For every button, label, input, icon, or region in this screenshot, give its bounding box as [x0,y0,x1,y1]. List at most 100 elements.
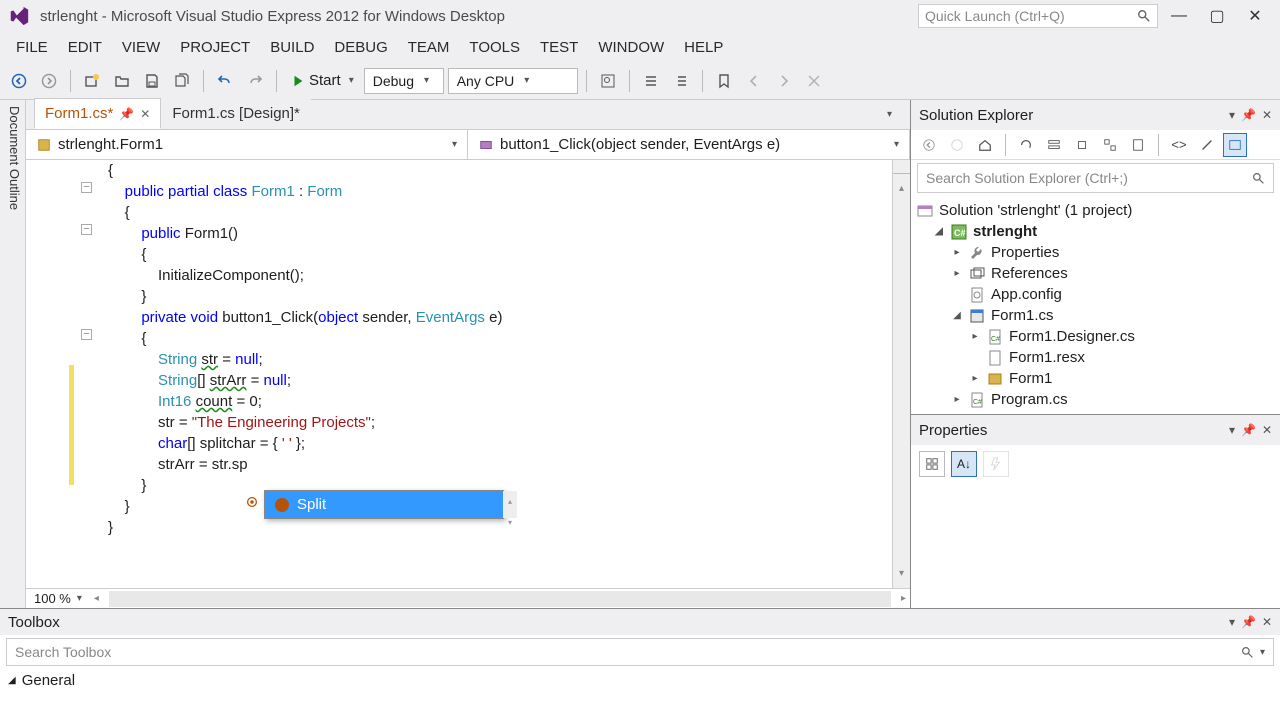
code-editor[interactable]: − − − { public partial class Form1 : For… [26,160,910,588]
solution-search-input[interactable]: Search Solution Explorer (Ctrl+;) [917,163,1274,193]
menu-team[interactable]: TEAM [398,35,460,60]
bookmark-button[interactable] [711,68,737,94]
save-all-button[interactable] [169,68,195,94]
events-button[interactable] [983,451,1009,477]
tree-references[interactable]: ▸ References [917,263,1274,284]
fold-icon[interactable]: − [81,182,92,193]
preview-button[interactable] [1223,133,1247,157]
close-button[interactable]: ✕ [1238,4,1272,28]
show-all-button[interactable] [1098,133,1122,157]
class-nav-dropdown[interactable]: strlenght.Form1 ▾ [26,130,468,159]
nav-back-button[interactable] [6,68,32,94]
panel-dropdown-icon[interactable]: ▾ [1229,615,1235,629]
menu-tools[interactable]: TOOLS [459,35,530,60]
fold-icon[interactable]: − [81,329,92,340]
menu-project[interactable]: PROJECT [170,35,260,60]
forward-button[interactable] [945,133,969,157]
pin-icon[interactable]: 📌 [119,107,134,121]
scroll-left-icon[interactable]: ◂ [90,593,103,604]
close-icon[interactable]: ✕ [1262,423,1272,437]
home-button[interactable] [973,133,997,157]
collapse-all-button[interactable] [1042,133,1066,157]
properties-button[interactable] [1126,133,1150,157]
vertical-scrollbar[interactable]: ▴ ▾ [892,160,910,588]
refresh-button[interactable] [1014,133,1038,157]
tree-project[interactable]: ◢ C# strlenght [917,221,1274,242]
save-button[interactable] [139,68,165,94]
new-project-button[interactable] [79,68,105,94]
undo-button[interactable] [212,68,238,94]
tree-resx[interactable]: ▸ Form1.resx [917,347,1274,368]
close-icon[interactable]: ✕ [140,107,150,121]
pin-icon[interactable]: 📌 [1241,615,1256,629]
intellisense-item[interactable]: Split [265,491,503,518]
expander-icon[interactable]: ▸ [951,394,963,405]
nav-forward-button[interactable] [36,68,62,94]
prev-bookmark-button[interactable] [741,68,767,94]
scroll-right-icon[interactable]: ▸ [897,593,910,604]
menu-window[interactable]: WINDOW [588,35,674,60]
open-file-button[interactable] [109,68,135,94]
uncomment-button[interactable] [668,68,694,94]
sync-button[interactable] [1070,133,1094,157]
expander-icon[interactable]: ◢ [933,226,945,237]
expander-icon[interactable]: ▸ [969,331,981,342]
menu-debug[interactable]: DEBUG [324,35,397,60]
fold-icon[interactable]: − [81,224,92,235]
menu-test[interactable]: TEST [530,35,588,60]
find-button[interactable] [595,68,621,94]
tab-form1-cs[interactable]: Form1.cs* 📌 ✕ [34,98,161,129]
intellisense-popup[interactable]: Split ▴▾ [264,490,504,519]
quick-launch-input[interactable]: Quick Launch (Ctrl+Q) [918,4,1158,28]
view-code-button[interactable]: <> [1167,133,1191,157]
pin-icon[interactable]: 📌 [1241,108,1256,122]
toolbox-group-general[interactable]: ◢ General [8,672,1272,689]
zoom-dropdown[interactable]: 100 % ▾ [26,591,90,606]
tabs-dropdown-icon[interactable]: ▾ [887,109,892,120]
panel-dropdown-icon[interactable]: ▾ [1229,108,1235,122]
tab-form1-design[interactable]: Form1.cs [Design]* [161,98,311,129]
horizontal-scrollbar[interactable] [109,591,891,607]
pin-icon[interactable]: 📌 [1241,423,1256,437]
comment-button[interactable] [638,68,664,94]
document-outline-rail[interactable]: Document Outline [0,100,26,608]
tree-solution[interactable]: Solution 'strlenght' (1 project) [917,200,1274,221]
minimize-button[interactable]: — [1162,4,1196,28]
tree-form1cs[interactable]: ◢ Form1.cs [917,305,1274,326]
editor-splitter[interactable] [893,160,910,174]
config-dropdown[interactable]: Debug ▾ [364,68,444,94]
clear-bookmarks-button[interactable] [801,68,827,94]
tree-designer-cs[interactable]: ▸ C# Form1.Designer.cs [917,326,1274,347]
expander-icon[interactable]: ◢ [8,675,16,686]
next-bookmark-button[interactable] [771,68,797,94]
intellisense-scrollbar[interactable]: ▴▾ [503,491,517,518]
menu-help[interactable]: HELP [674,35,733,60]
maximize-button[interactable]: ▢ [1200,4,1234,28]
close-icon[interactable]: ✕ [1262,615,1272,629]
expander-icon[interactable]: ▸ [951,268,963,279]
panel-dropdown-icon[interactable]: ▾ [1229,423,1235,437]
menu-file[interactable]: FILE [6,35,58,60]
back-button[interactable] [917,133,941,157]
start-button[interactable]: Start ▾ [285,72,360,89]
chevron-down-icon: ▾ [1260,647,1265,658]
menu-build[interactable]: BUILD [260,35,324,60]
view-designer-button[interactable] [1195,133,1219,157]
menu-edit[interactable]: EDIT [58,35,112,60]
expander-icon[interactable]: ▸ [951,247,963,258]
platform-dropdown[interactable]: Any CPU ▾ [448,68,578,94]
tree-properties[interactable]: ▸ Properties [917,242,1274,263]
tree-program-cs[interactable]: ▸ C# Program.cs [917,389,1274,410]
close-icon[interactable]: ✕ [1262,108,1272,122]
tree-form1-class[interactable]: ▸ Form1 [917,368,1274,389]
toolbox-search-input[interactable]: Search Toolbox ▾ [6,638,1274,666]
member-nav-dropdown[interactable]: button1_Click(object sender, EventArgs e… [468,130,910,159]
menu-view[interactable]: VIEW [112,35,170,60]
categorized-button[interactable] [919,451,945,477]
expander-icon[interactable]: ▸ [969,373,981,384]
alphabetical-button[interactable]: A↓ [951,451,977,477]
tree-appconfig[interactable]: ▸ App.config [917,284,1274,305]
redo-button[interactable] [242,68,268,94]
expander-icon[interactable]: ◢ [951,310,963,321]
code-content[interactable]: { public partial class Form1 : Form { pu… [96,160,502,588]
